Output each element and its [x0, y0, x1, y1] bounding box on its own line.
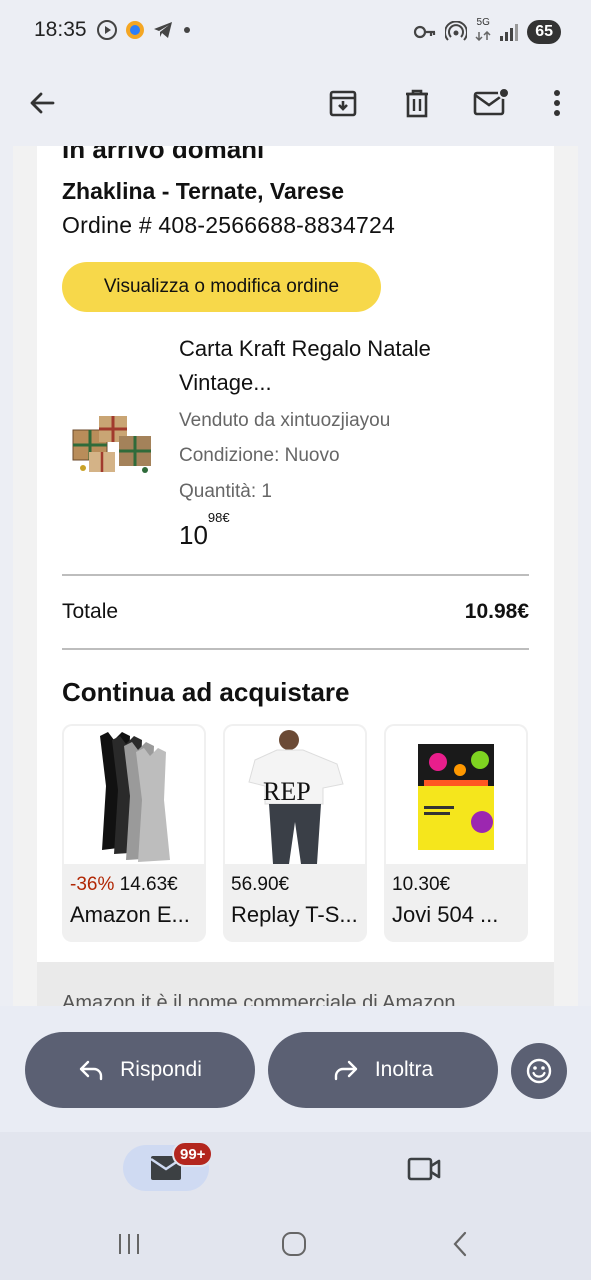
mark-unread-button[interactable]: [467, 79, 515, 127]
system-nav: [0, 1208, 591, 1280]
product-quantity: Quantità: 1: [179, 481, 272, 502]
svg-text:REP: REP: [263, 777, 311, 806]
video-icon: [407, 1157, 441, 1181]
product-image[interactable]: [69, 396, 155, 478]
back-button[interactable]: [18, 79, 66, 127]
delivery-address: Zhaklina - Ternate, Varese: [62, 178, 345, 204]
reply-label: Rispondi: [120, 1058, 202, 1081]
reply-icon: [79, 1060, 103, 1081]
recents-icon: [119, 1234, 139, 1254]
reply-button[interactable]: Rispondi: [25, 1032, 255, 1108]
recommendation-name: Replay T-S...: [231, 902, 358, 927]
total-label: Totale: [62, 600, 119, 623]
price-value: 56.90€: [231, 874, 290, 895]
recents-button[interactable]: [109, 1226, 149, 1262]
discount-label: -36%: [70, 874, 115, 895]
more-vert-icon: [554, 90, 560, 116]
divider: [62, 574, 529, 576]
status-icons-right: 5G 65: [413, 18, 561, 46]
hotspot-icon: [445, 21, 468, 41]
unread-badge: 99+: [172, 1141, 214, 1167]
email-body[interactable]: In arrivo domani Zhaklina - Ternate, Var…: [13, 146, 578, 1006]
play-icon: [97, 20, 117, 40]
recommendation-card[interactable]: -36% 14.63€ Amazon E...: [62, 724, 206, 942]
bottom-nav: 99+: [0, 1132, 591, 1208]
recommendation-card[interactable]: 10.30€ Jovi 504 ...: [384, 724, 528, 942]
product-price: 1098€: [179, 510, 230, 551]
recommendation-price: 56.90€: [231, 874, 289, 896]
recommendation-price: -36% 14.63€: [70, 874, 178, 896]
order-card: In arrivo domani Zhaklina - Ternate, Var…: [37, 146, 554, 962]
home-button[interactable]: [274, 1226, 314, 1262]
telegram-icon: [154, 22, 172, 38]
5g-icon: 5G: [475, 18, 491, 46]
forward-label: Inoltra: [374, 1058, 434, 1081]
status-bar: 18:35 5G 65: [0, 0, 591, 62]
price-value: 10.30€: [392, 874, 451, 895]
divider: [62, 648, 529, 650]
product-seller: Venduto da xintuozjiayou: [179, 410, 391, 431]
app-icon: [126, 21, 144, 39]
emoji-button[interactable]: [511, 1043, 567, 1099]
product-condition: Condizione: Nuovo: [179, 445, 340, 466]
network-label: 5G: [476, 17, 490, 28]
key-icon: [414, 25, 436, 39]
recommendation-image: REP: [225, 726, 365, 864]
recommendation-image: [386, 726, 526, 864]
recommendation-image: [64, 726, 204, 864]
continue-shopping-heading: Continua ad acquistare: [62, 677, 350, 707]
recommendation-price: 10.30€: [392, 874, 450, 896]
price-value: 14.63€: [119, 874, 178, 895]
recommendation-card[interactable]: REP 56.90€ Replay T-S...: [223, 724, 367, 942]
forward-icon: [334, 1060, 358, 1081]
mark-unread-icon: [473, 88, 509, 116]
archive-button[interactable]: [319, 79, 367, 127]
recommendation-name: Jovi 504 ...: [392, 902, 499, 927]
price-main: 10: [179, 520, 208, 550]
archive-icon: [329, 90, 357, 117]
delivery-heading: In arrivo domani: [62, 146, 265, 164]
price-fraction: 98€: [207, 510, 230, 526]
delete-button[interactable]: [393, 79, 441, 127]
nav-back-button[interactable]: [440, 1226, 480, 1262]
footer-text: Amazon.it è il nome commerciale di Amazo…: [62, 992, 456, 1006]
order-number: Ordine # 408-2566688-8834724: [62, 212, 395, 238]
total-value: 10.98€: [464, 600, 529, 623]
forward-button[interactable]: Inoltra: [268, 1032, 498, 1108]
view-order-button[interactable]: Visualizza o modifica ordine: [62, 262, 381, 312]
recommendation-name: Amazon E...: [70, 902, 190, 927]
back-icon: [453, 1231, 467, 1257]
battery-icon: 65: [527, 20, 561, 44]
more-options-button[interactable]: [533, 79, 581, 127]
emoji-icon: [526, 1058, 552, 1084]
dot-icon: [184, 27, 190, 33]
tab-meet[interactable]: [404, 1152, 444, 1186]
status-time: 18:35: [34, 18, 87, 41]
product-title[interactable]: Carta Kraft Regalo Natale Vintage...: [179, 332, 509, 400]
status-icons-left: [96, 19, 194, 41]
home-icon: [282, 1232, 306, 1256]
trash-icon: [406, 89, 428, 118]
back-arrow-icon: [30, 92, 55, 114]
signal-icon: [500, 24, 519, 41]
action-bar: Rispondi Inoltra: [0, 1006, 591, 1132]
app-bar: [0, 62, 591, 146]
email-footer: Amazon.it è il nome commerciale di Amazo…: [37, 962, 554, 1006]
